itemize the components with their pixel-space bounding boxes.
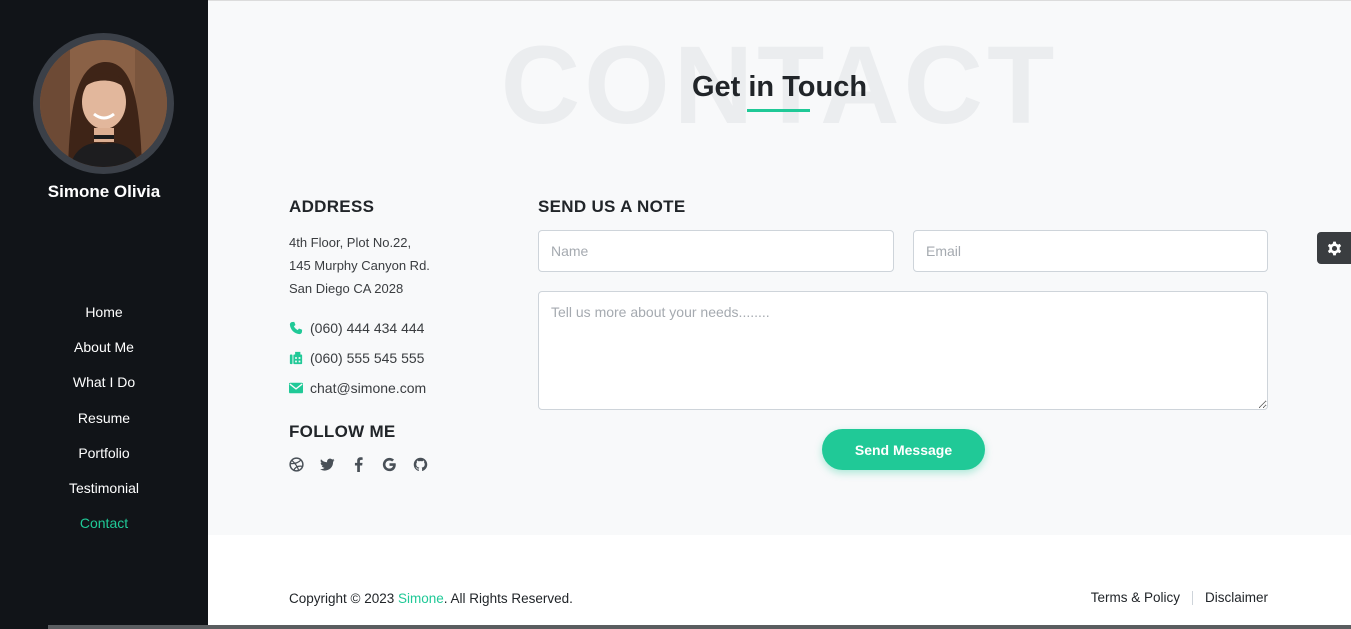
footer-links: Terms & Policy Disclaimer [1091,590,1268,605]
nav-item-services: What I Do [0,372,208,407]
facebook-icon[interactable] [351,456,366,473]
twitter-icon[interactable] [320,456,335,473]
heading-underline [747,109,810,112]
contact-details: (060) 444 434 444 (060) 555 545 555 chat… [289,313,509,403]
fax-row: (060) 555 545 555 [289,343,509,373]
nav-item-resume: Resume [0,408,208,443]
nav-item-about: About Me [0,337,208,372]
copyright-text: Copyright © 2023 Simone. All Rights Rese… [289,591,573,606]
disclaimer-link[interactable]: Disclaimer [1205,590,1268,605]
terms-link[interactable]: Terms & Policy [1091,590,1180,605]
nav-link-services[interactable]: What I Do [73,374,135,390]
address-title: ADDRESS [289,197,375,216]
google-icon[interactable] [382,456,397,473]
message-textarea[interactable] [538,291,1268,410]
copyright-prefix: Copyright © 2023 [289,591,399,606]
nav-link-testimonial[interactable]: Testimonial [69,480,139,496]
fax-icon [289,351,310,365]
send-message-button[interactable]: Send Message [822,429,985,470]
email-input[interactable] [913,230,1268,272]
nav-item-home: Home [0,302,208,337]
fax-number: (060) 555 545 555 [310,350,425,366]
nav-item-testimonial: Testimonial [0,478,208,513]
profile-name: Simone Olivia [47,182,161,201]
contact-form: SEND US A NOTE [538,197,1268,217]
settings-button[interactable] [1317,232,1351,264]
avatar [40,40,167,167]
follow-title: FOLLOW ME [289,422,396,441]
footer-divider [1191,590,1193,605]
gear-icon [1327,241,1341,255]
nav-item-portfolio: Portfolio [0,443,208,478]
envelope-icon [289,381,310,395]
nav-link-resume[interactable]: Resume [78,410,130,426]
address-line: San Diego CA 2028 [289,281,404,296]
brand-link[interactable]: Simone [398,591,444,606]
address-line: 4th Floor, Plot No.22, [289,235,412,250]
copyright-suffix: . All Rights Reserved. [443,591,573,606]
phone-row: (060) 444 434 444 [289,313,509,343]
nav-item-contact: Contact [0,513,208,548]
nav-link-about[interactable]: About Me [74,339,134,355]
avatar-frame [33,33,174,174]
section-heading: Get in Touch [691,71,868,103]
github-icon[interactable] [413,456,428,473]
footer: Copyright © 2023 Simone. All Rights Rese… [208,535,1351,629]
form-title: SEND US A NOTE [538,197,686,216]
nav-link-home[interactable]: Home [85,304,122,320]
address-block: 4th Floor, Plot No.22, 145 Murphy Canyon… [289,231,509,300]
name-input[interactable] [538,230,894,272]
contact-section: CONTACT Get in Touch ADDRESS 4th Floor, … [208,0,1351,535]
address-column: ADDRESS 4th Floor, Plot No.22, 145 Murph… [289,197,509,403]
address-line: 145 Murphy Canyon Rd. [289,258,430,273]
email-row: chat@simone.com [289,373,509,403]
dribbble-icon[interactable] [289,456,304,473]
main-nav: Home About Me What I Do Resume Portfolio… [0,302,208,548]
social-links [289,456,428,473]
phone-number: (060) 444 434 444 [310,320,425,336]
phone-icon [289,321,310,335]
sidebar: Simone Olivia Home About Me What I Do Re… [0,0,208,629]
email-address[interactable]: chat@simone.com [310,380,426,396]
nav-link-portfolio[interactable]: Portfolio [78,445,129,461]
bottom-scrollbar[interactable] [48,625,1351,629]
nav-link-contact[interactable]: Contact [80,515,128,531]
